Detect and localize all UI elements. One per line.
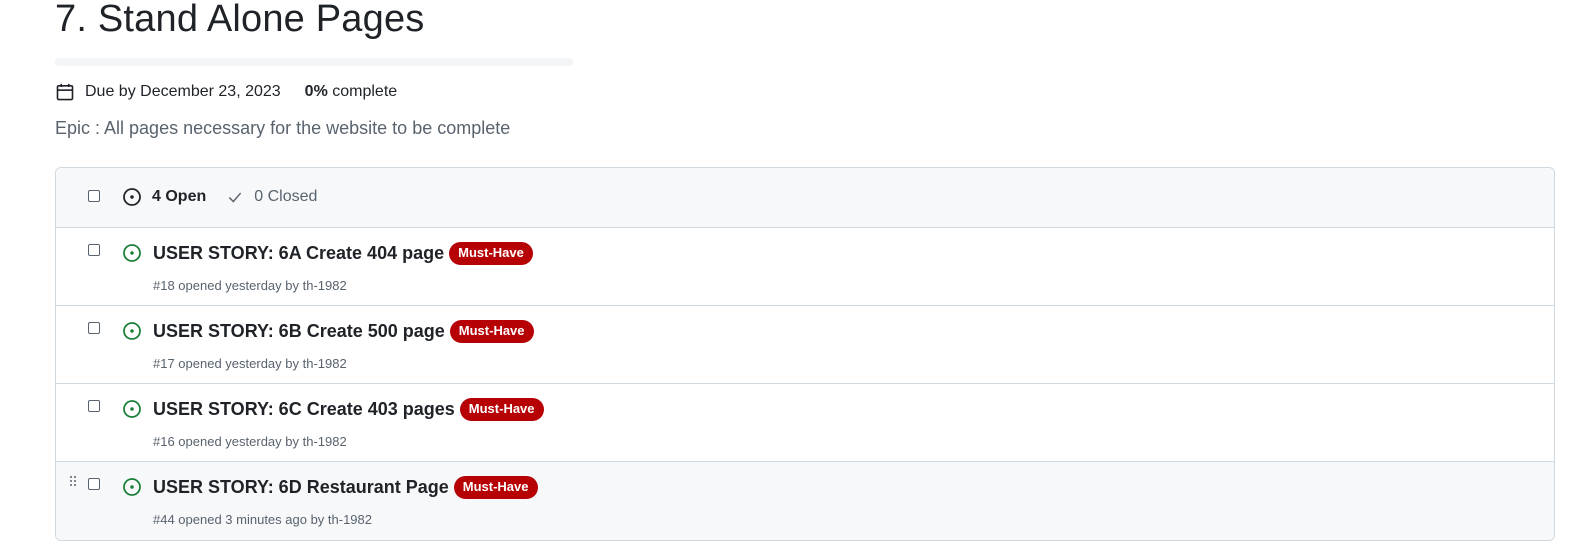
issues-list: 4 Open 0 Closed USER STORY: 6A Create 40… [55, 167, 1555, 541]
issue-title-link[interactable]: USER STORY: 6D Restaurant Page [153, 477, 449, 498]
issue-checkbox[interactable] [88, 400, 100, 412]
milestone-meta: Due by December 23, 2023 0% complete [55, 81, 397, 103]
closed-filter-link[interactable]: 0 Closed [254, 188, 317, 206]
percent-complete: 0% complete [305, 83, 398, 101]
issue-checkbox[interactable] [88, 322, 100, 334]
open-filter-link[interactable]: 4 Open [152, 188, 206, 206]
issue-checkbox[interactable] [88, 244, 100, 256]
due-date: Due by December 23, 2023 [85, 83, 281, 100]
milestone-page: 7. Stand Alone Pages Due by December 23,… [0, 0, 1588, 552]
issue-row: USER STORY: 6B Create 500 page Must-Have… [56, 306, 1554, 384]
issue-title-line: USER STORY: 6A Create 404 page Must-Have [153, 242, 533, 265]
milestone-description: Epic : All pages necessary for the websi… [55, 118, 511, 138]
issue-title-line: USER STORY: 6B Create 500 page Must-Have [153, 320, 534, 343]
issue-meta: #17 opened yesterday by th-1982 [153, 356, 347, 371]
grabber-icon[interactable] [69, 475, 77, 487]
issue-label-badge[interactable]: Must-Have [453, 476, 538, 499]
issue-meta: #44 opened 3 minutes ago by th-1982 [153, 512, 373, 527]
issues-list-header: 4 Open 0 Closed [56, 168, 1554, 228]
issue-title-link[interactable]: USER STORY: 6C Create 403 pages [153, 399, 455, 420]
issue-label-badge[interactable]: Must-Have [449, 320, 534, 343]
issue-title-link[interactable]: USER STORY: 6B Create 500 page [153, 321, 445, 342]
milestone-progress-bar [55, 58, 573, 66]
issue-row: USER STORY: 6D Restaurant Page Must-Have… [56, 462, 1554, 540]
issue-checkbox[interactable] [88, 478, 100, 490]
calendar-icon [55, 82, 75, 102]
issue-label-badge[interactable]: Must-Have [449, 242, 533, 265]
issue-opened-icon [122, 477, 142, 497]
issue-opened-icon [122, 321, 142, 341]
issue-state-filters: 4 Open 0 Closed [122, 187, 317, 207]
issue-title-line: USER STORY: 6C Create 403 pages Must-Hav… [153, 398, 544, 421]
page-title: 7. Stand Alone Pages [55, 0, 425, 40]
issue-row: USER STORY: 6A Create 404 page Must-Have… [56, 228, 1554, 306]
issue-opened-icon [122, 187, 142, 207]
issue-label-badge[interactable]: Must-Have [459, 398, 544, 421]
percent-suffix: complete [327, 83, 398, 100]
issue-opened-icon [122, 399, 142, 419]
issue-opened-icon [122, 243, 142, 263]
issue-title-link[interactable]: USER STORY: 6A Create 404 page [153, 243, 444, 264]
issue-title-line: USER STORY: 6D Restaurant Page Must-Have [153, 476, 538, 499]
select-all-checkbox[interactable] [88, 190, 100, 202]
issue-meta: #18 opened yesterday by th-1982 [153, 278, 347, 293]
percent-value: 0% [304, 83, 328, 100]
issue-row: USER STORY: 6C Create 403 pages Must-Hav… [56, 384, 1554, 462]
check-icon [226, 188, 244, 206]
issue-meta: #16 opened yesterday by th-1982 [153, 434, 347, 449]
